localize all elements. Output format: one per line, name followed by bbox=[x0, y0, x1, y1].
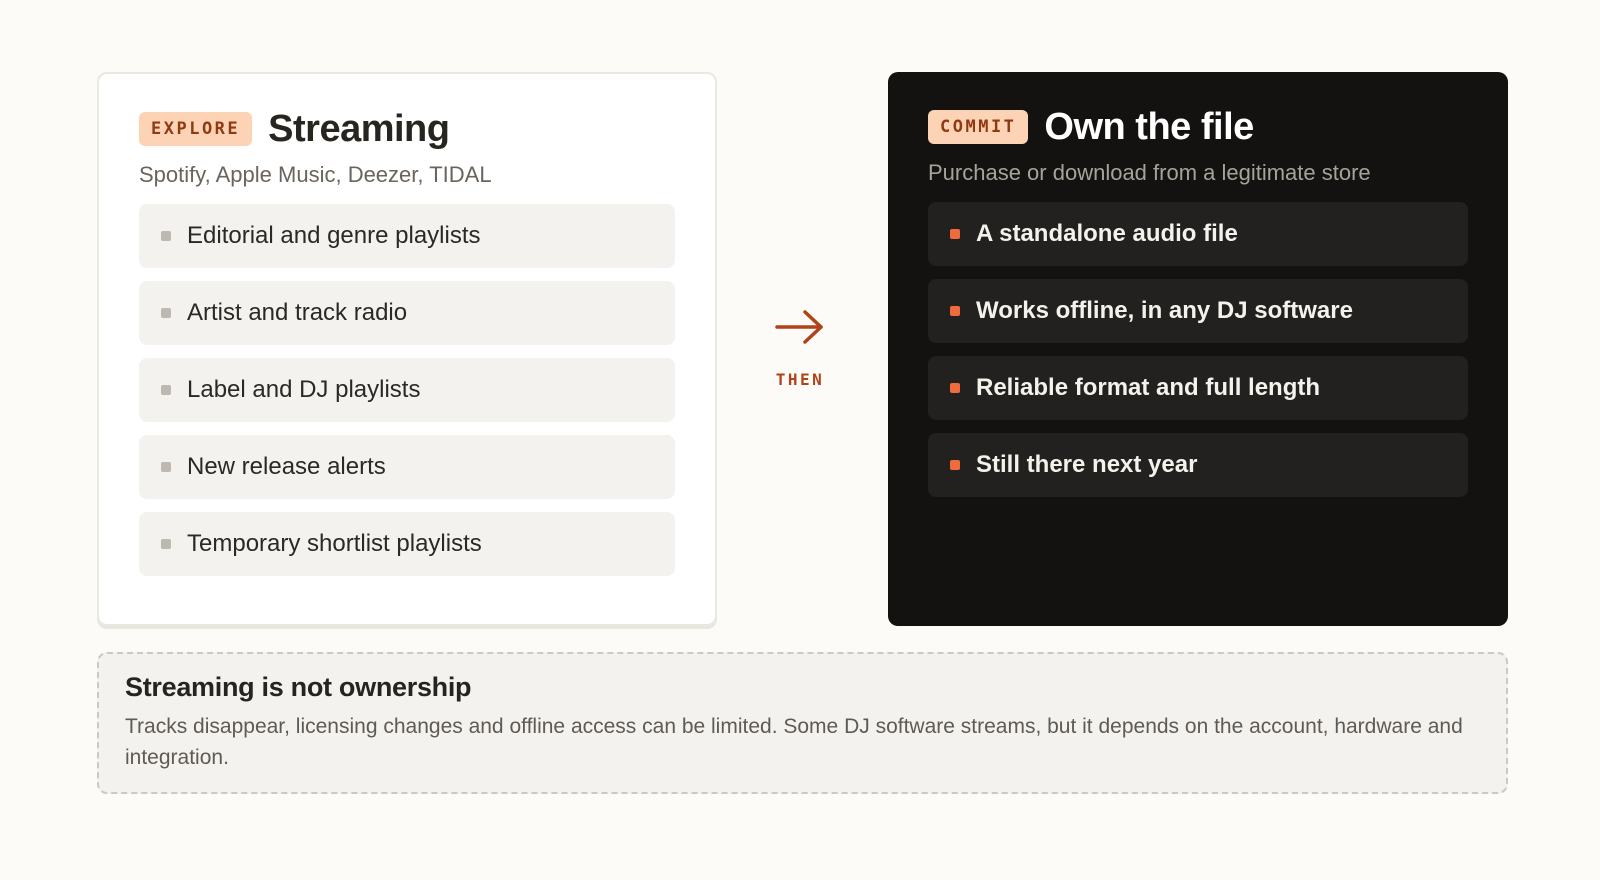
explore-subtitle: Spotify, Apple Music, Deezer, TIDAL bbox=[139, 162, 492, 187]
then-label: THEN bbox=[775, 370, 825, 389]
commit-list-item: Still there next year bbox=[928, 433, 1468, 497]
commit-badge: COMMIT bbox=[928, 110, 1029, 144]
commit-list-item: A standalone audio file bbox=[928, 202, 1468, 266]
commit-item-text: Reliable format and full length bbox=[976, 374, 1321, 401]
explore-badge: EXPLORE bbox=[139, 112, 253, 146]
bullet-icon bbox=[950, 306, 960, 316]
note-title: Streaming is not ownership bbox=[125, 672, 472, 702]
explore-list-item: Editorial and genre playlists bbox=[139, 204, 675, 268]
bullet-icon bbox=[161, 231, 171, 241]
explore-list: Editorial and genre playlists Artist and… bbox=[139, 204, 675, 576]
bullet-icon bbox=[950, 383, 960, 393]
bullet-icon bbox=[161, 539, 171, 549]
bullet-icon bbox=[950, 229, 960, 239]
commit-card: COMMIT Own the file Purchase or download… bbox=[888, 72, 1508, 626]
explore-list-item: Temporary shortlist playlists bbox=[139, 512, 675, 576]
explore-item-text: New release alerts bbox=[187, 453, 386, 480]
commit-list-item: Works offline, in any DJ software bbox=[928, 279, 1468, 343]
explore-item-text: Editorial and genre playlists bbox=[187, 222, 481, 249]
commit-list-item: Reliable format and full length bbox=[928, 356, 1468, 420]
explore-list-item: New release alerts bbox=[139, 435, 675, 499]
commit-list: A standalone audio file Works offline, i… bbox=[928, 202, 1468, 497]
commit-item-text: Works offline, in any DJ software bbox=[976, 297, 1353, 324]
commit-subtitle: Purchase or download from a legitimate s… bbox=[928, 160, 1371, 185]
commit-title: Own the file bbox=[1044, 105, 1254, 148]
explore-list-item: Artist and track radio bbox=[139, 281, 675, 345]
bullet-icon bbox=[161, 385, 171, 395]
note-body: Tracks disappear, licensing changes and … bbox=[125, 715, 1463, 769]
bullet-icon bbox=[161, 462, 171, 472]
bullet-icon bbox=[950, 460, 960, 470]
explore-card-header: EXPLORE Streaming bbox=[139, 108, 675, 150]
explore-item-text: Temporary shortlist playlists bbox=[187, 530, 482, 557]
arrow-right-icon bbox=[775, 310, 823, 344]
then-connector: THEN bbox=[760, 308, 840, 389]
explore-card: EXPLORE Streaming Spotify, Apple Music, … bbox=[97, 72, 717, 626]
commit-item-text: A standalone audio file bbox=[976, 220, 1238, 247]
ownership-note: Streaming is not ownership Tracks disapp… bbox=[97, 652, 1508, 794]
explore-item-text: Label and DJ playlists bbox=[187, 376, 421, 403]
explore-list-item: Label and DJ playlists bbox=[139, 358, 675, 422]
explore-item-text: Artist and track radio bbox=[187, 299, 408, 326]
commit-card-header: COMMIT Own the file bbox=[928, 106, 1468, 148]
commit-item-text: Still there next year bbox=[976, 451, 1198, 478]
bullet-icon bbox=[161, 308, 171, 318]
explore-title: Streaming bbox=[268, 107, 450, 150]
